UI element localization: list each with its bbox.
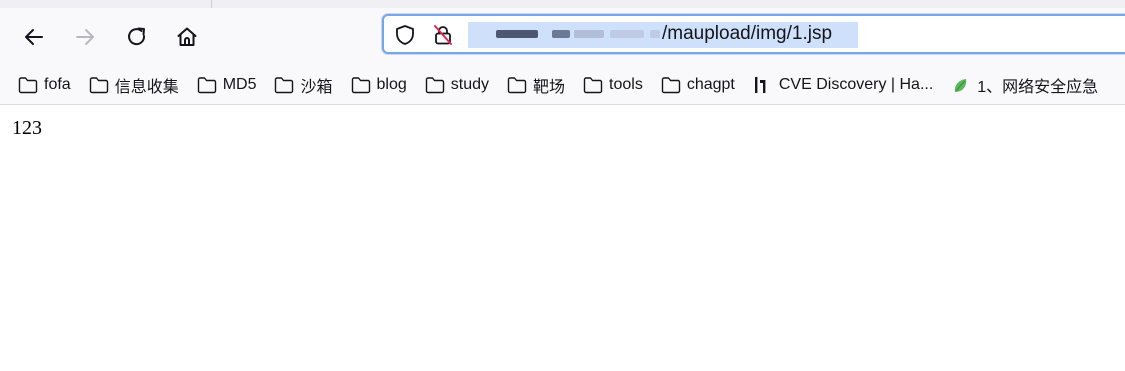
bookmark-label: 靶场 xyxy=(533,79,566,96)
back-button[interactable] xyxy=(17,20,51,54)
bookmark-label: CVE Discovery | Ha... xyxy=(778,76,934,93)
redacted-host-segment xyxy=(574,30,604,38)
address-bar[interactable]: /maupload/img/1.jsp xyxy=(382,14,1125,54)
folder-icon xyxy=(197,76,217,94)
redacted-host-segment xyxy=(552,30,570,38)
redacted-host-segment xyxy=(610,30,644,38)
tab-divider xyxy=(211,0,212,8)
bookmark-item[interactable]: MD5 xyxy=(197,70,263,100)
redacted-host-segment xyxy=(650,30,660,38)
reload-icon xyxy=(128,27,146,46)
shield-icon[interactable] xyxy=(394,24,416,46)
bookmark-label: blog xyxy=(376,76,407,93)
bookmark-item[interactable]: chagpt xyxy=(661,70,741,100)
hackerone-icon xyxy=(753,76,773,94)
home-button[interactable] xyxy=(170,20,204,54)
reload-button[interactable] xyxy=(120,20,154,54)
green-leaf-icon xyxy=(951,76,971,94)
bookmark-label: 沙箱 xyxy=(300,79,333,96)
browser-window: /maupload/img/1.jsp fofa 信息收集 MD5 沙箱 blog stu… xyxy=(0,0,1125,371)
folder-icon xyxy=(425,76,445,94)
folder-icon xyxy=(89,76,109,94)
bookmark-item[interactable]: study xyxy=(425,70,495,100)
folder-icon xyxy=(661,76,681,94)
bookmark-label: 信息收集 xyxy=(114,79,179,96)
bookmarks-toolbar: fofa 信息收集 MD5 沙箱 blog study 靶场 tools chagpt CVE D… xyxy=(0,66,1125,105)
folder-icon xyxy=(18,76,38,94)
tab-strip xyxy=(0,0,1125,8)
arrow-left-icon xyxy=(25,29,43,45)
folder-icon xyxy=(274,76,294,94)
forward-button[interactable] xyxy=(68,20,102,54)
arrow-right-icon xyxy=(76,29,94,45)
bookmark-label: MD5 xyxy=(222,76,257,93)
bookmark-label: fofa xyxy=(44,76,71,93)
folder-icon xyxy=(583,76,603,94)
bookmark-item[interactable]: 信息收集 xyxy=(89,70,185,100)
bookmark-label: chagpt xyxy=(686,76,735,93)
bookmark-item[interactable]: 1、网络安全应急 xyxy=(951,70,1104,100)
home-icon xyxy=(177,27,197,46)
bookmark-item[interactable]: blog xyxy=(351,70,413,100)
lock-slash-icon[interactable] xyxy=(432,24,454,46)
bookmark-label: study xyxy=(450,76,489,93)
redacted-host-segment xyxy=(496,30,538,38)
bookmark-item[interactable]: fofa xyxy=(18,70,77,100)
url-path-text: /maupload/img/1.jsp xyxy=(662,23,833,44)
page-content: 123 xyxy=(0,105,1125,371)
bookmark-label: 1、网络安全应急 xyxy=(977,79,1099,96)
bookmark-item[interactable]: 沙箱 xyxy=(274,70,338,100)
folder-icon xyxy=(351,76,371,94)
navigation-toolbar: /maupload/img/1.jsp xyxy=(0,8,1125,66)
bookmark-item[interactable]: tools xyxy=(583,70,649,100)
bookmark-label: tools xyxy=(609,76,643,93)
folder-icon xyxy=(507,76,527,94)
bookmark-item[interactable]: 靶场 xyxy=(507,70,571,100)
bookmark-item[interactable]: CVE Discovery | Ha... xyxy=(753,70,939,100)
page-body-text: 123 xyxy=(12,117,42,139)
